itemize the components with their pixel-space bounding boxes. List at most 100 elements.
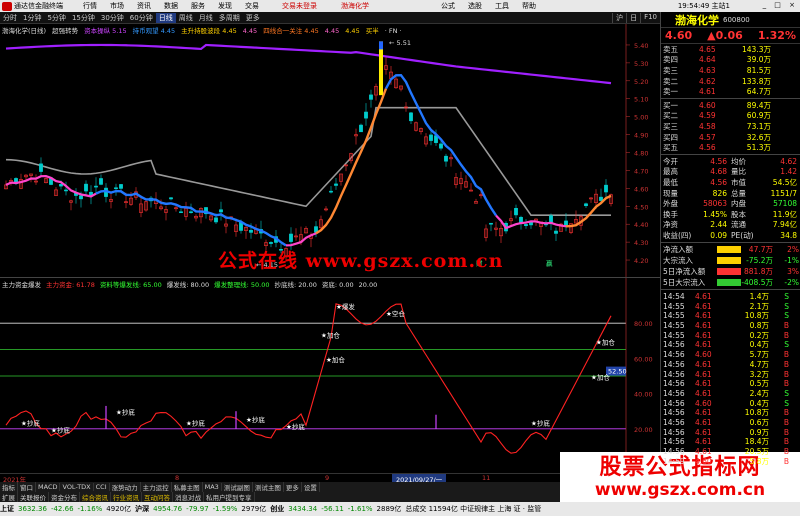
kline-canvas[interactable]: 5.40 5.30 5.20 5.10 5.00 4.90 4.80 4.70 4.60 4.50… — [0, 24, 660, 277]
orderbook-row[interactable]: 卖一 4.61 64.7万 — [661, 86, 800, 97]
index-sh-name[interactable]: 上证 — [0, 504, 14, 514]
orderbook-row[interactable]: 买一 4.60 89.4万 — [661, 100, 800, 111]
menu-item-news[interactable]: 资讯 — [137, 1, 151, 11]
orderbook-price: 4.61 — [699, 87, 716, 97]
tab-indicator[interactable]: 指标 — [0, 482, 18, 492]
tick-price: 4.61 — [695, 311, 712, 321]
candle-body — [554, 230, 558, 234]
tab-general-news[interactable]: 综合资讯 — [80, 492, 111, 502]
price-axis-label: 5.30 — [634, 60, 648, 68]
orderbook-row[interactable]: 卖二 4.62 133.8万 — [661, 76, 800, 87]
tab-user-exclusive[interactable]: 私用户提到专享 — [204, 492, 255, 502]
candle-body — [359, 124, 363, 133]
window-controls[interactable]: _ □ × — [763, 1, 798, 9]
main-indicator-item: 主升持股波段 4.45 — [181, 27, 237, 35]
tab-momentum[interactable]: 涨势动力 — [110, 482, 141, 492]
orderbook-row[interactable]: 卖五 4.65 143.3万 — [661, 44, 800, 55]
orderbook-level: 买三 — [663, 121, 678, 131]
tab-more[interactable]: 更多 — [284, 482, 302, 492]
tab-window[interactable]: 窗口 — [18, 482, 36, 492]
period-daily[interactable]: 日线 — [155, 12, 176, 23]
kline-chart[interactable]: 5.40 5.30 5.20 5.10 5.00 4.90 4.80 4.70 4.60 4.50… — [0, 24, 660, 277]
indicator-tab-bar: 指标 窗口 MACD VOL-TDX CCI 涨势动力 主力运控 私募主图 MA… — [0, 482, 560, 492]
stat-value: 4.56 — [710, 156, 727, 166]
tick-time: 14:56 — [663, 388, 685, 398]
stat-value: 4.68 — [710, 167, 727, 177]
menu-item-screener[interactable]: 选股 — [468, 1, 482, 11]
burst-signal-label: ★爆发 — [336, 302, 355, 311]
index-hs-name[interactable]: 沪深 — [135, 504, 149, 514]
menu-item-tools[interactable]: 工具 — [495, 1, 509, 11]
tick-price: 4.61 — [695, 447, 712, 457]
stat-value: 826 — [712, 188, 727, 198]
toolbar-btn-f10[interactable]: F10 — [640, 12, 660, 23]
period-30min[interactable]: 30分钟 — [98, 13, 127, 23]
stats-row: 外盘 58063 内盘 57108 — [661, 198, 800, 209]
period-5min[interactable]: 5分钟 — [44, 13, 68, 23]
login-notice[interactable]: 交易未登录 — [282, 1, 317, 11]
sub-indicator-chart[interactable]: 80.00 60.00 40.00 20.00 52.50 ★抄底 ★抄底 ★抄底 ★抄底 ★抄底… — [0, 277, 660, 474]
tab-test-sub[interactable]: 测试副图 — [222, 482, 253, 492]
tick-time: 14:56 — [663, 437, 685, 447]
tick-list[interactable]: 14:54 4.61 1.4万 S 14:55 4.61 2.1万 S 14:55 4.61 10.… — [661, 292, 800, 466]
main-indicator-legend: 渤海化学(日线) 超强转势 资本操纵 5.15 持币观望 4.45 主升持股波段 4.4… — [2, 25, 408, 35]
tab-settings[interactable]: 设置 — [302, 482, 320, 492]
tab-expand[interactable]: 扩展 — [0, 492, 18, 502]
tab-vol-tdx[interactable]: VOL-TDX — [60, 483, 94, 491]
tab-msg-battle[interactable]: 消息对战 — [173, 492, 204, 502]
candle-body — [524, 224, 528, 227]
orderbook-row[interactable]: 卖四 4.64 39.0万 — [661, 55, 800, 66]
tab-test-main[interactable]: 测试主图 — [253, 482, 284, 492]
index-cy-name[interactable]: 创业 — [270, 504, 284, 514]
tick-direction: S — [784, 301, 789, 311]
menu-item-trade[interactable]: 交易 — [245, 1, 259, 11]
sub-axis-label: 40.00 — [634, 391, 653, 399]
period-monthly[interactable]: 月线 — [196, 13, 216, 23]
menu-item-help[interactable]: 帮助 — [522, 1, 536, 11]
period-15min[interactable]: 15分钟 — [69, 13, 98, 23]
orderbook-row[interactable]: 买三 4.58 73.1万 — [661, 121, 800, 132]
period-weekly[interactable]: 周线 — [176, 13, 196, 23]
flow-key: 5日大宗流入 — [663, 277, 706, 287]
orderbook-row[interactable]: 卖三 4.63 81.5万 — [661, 65, 800, 76]
sub-indicator-item: 爆发线: 80.00 — [166, 281, 210, 289]
stock-price: 4.60 — [665, 29, 693, 42]
tab-related-quotes[interactable]: 关联报价 — [18, 492, 49, 502]
candle-body — [334, 183, 338, 186]
tab-ma3[interactable]: MA3 — [203, 483, 222, 491]
menu-item-quotes[interactable]: 行情 — [83, 1, 97, 11]
menu-item-data[interactable]: 数据 — [164, 1, 178, 11]
buy-tag2-label: 赢 — [546, 258, 553, 267]
tab-macd[interactable]: MACD — [36, 483, 61, 491]
period-1min[interactable]: 1分钟 — [20, 13, 44, 23]
tab-main-control[interactable]: 主力运控 — [141, 482, 172, 492]
stat-key: 今开 — [663, 156, 678, 166]
stat-key: 股本 — [731, 209, 746, 219]
menu-item-discover[interactable]: 发现 — [218, 1, 232, 11]
toolbar-btn-day[interactable]: 日 — [626, 12, 640, 23]
flow-key: 大宗流入 — [663, 255, 693, 265]
orderbook-price: 4.56 — [699, 143, 716, 153]
orderbook-volume: 64.7万 — [746, 87, 771, 97]
tab-fund-distribution[interactable]: 资金分布 — [49, 492, 80, 502]
period-60min[interactable]: 60分钟 — [127, 13, 156, 23]
sub-indicator-item: 爆发整理线: 50.00 — [214, 281, 270, 289]
toolbar-btn-sh[interactable]: 沪 — [612, 12, 626, 23]
orderbook-volume: 39.0万 — [746, 55, 771, 65]
period-more[interactable]: 更多 — [243, 13, 263, 23]
sub-indicator-canvas[interactable]: 80.00 60.00 40.00 20.00 52.50 ★抄底 ★抄底 ★抄底 ★抄底 ★抄底… — [0, 278, 660, 474]
tab-cci[interactable]: CCI — [94, 483, 110, 491]
period-timeshare[interactable]: 分时 — [0, 13, 20, 23]
menu-item-service[interactable]: 服务 — [191, 1, 205, 11]
orderbook-row[interactable]: 买四 4.57 32.6万 — [661, 132, 800, 143]
tab-industry-news[interactable]: 行业资讯 — [111, 492, 142, 502]
stat-key: 总量 — [731, 188, 746, 198]
stat-key: 市值 — [731, 177, 746, 187]
menu-item-market[interactable]: 市场 — [110, 1, 124, 11]
tab-qa[interactable]: 互动问答 — [142, 492, 173, 502]
period-multi[interactable]: 多周期 — [216, 13, 243, 23]
tab-private-main[interactable]: 私募主图 — [172, 482, 203, 492]
orderbook-row[interactable]: 买五 4.56 51.3万 — [661, 142, 800, 153]
menu-item-formula[interactable]: 公式 — [441, 1, 455, 11]
orderbook-row[interactable]: 买二 4.59 60.9万 — [661, 111, 800, 122]
